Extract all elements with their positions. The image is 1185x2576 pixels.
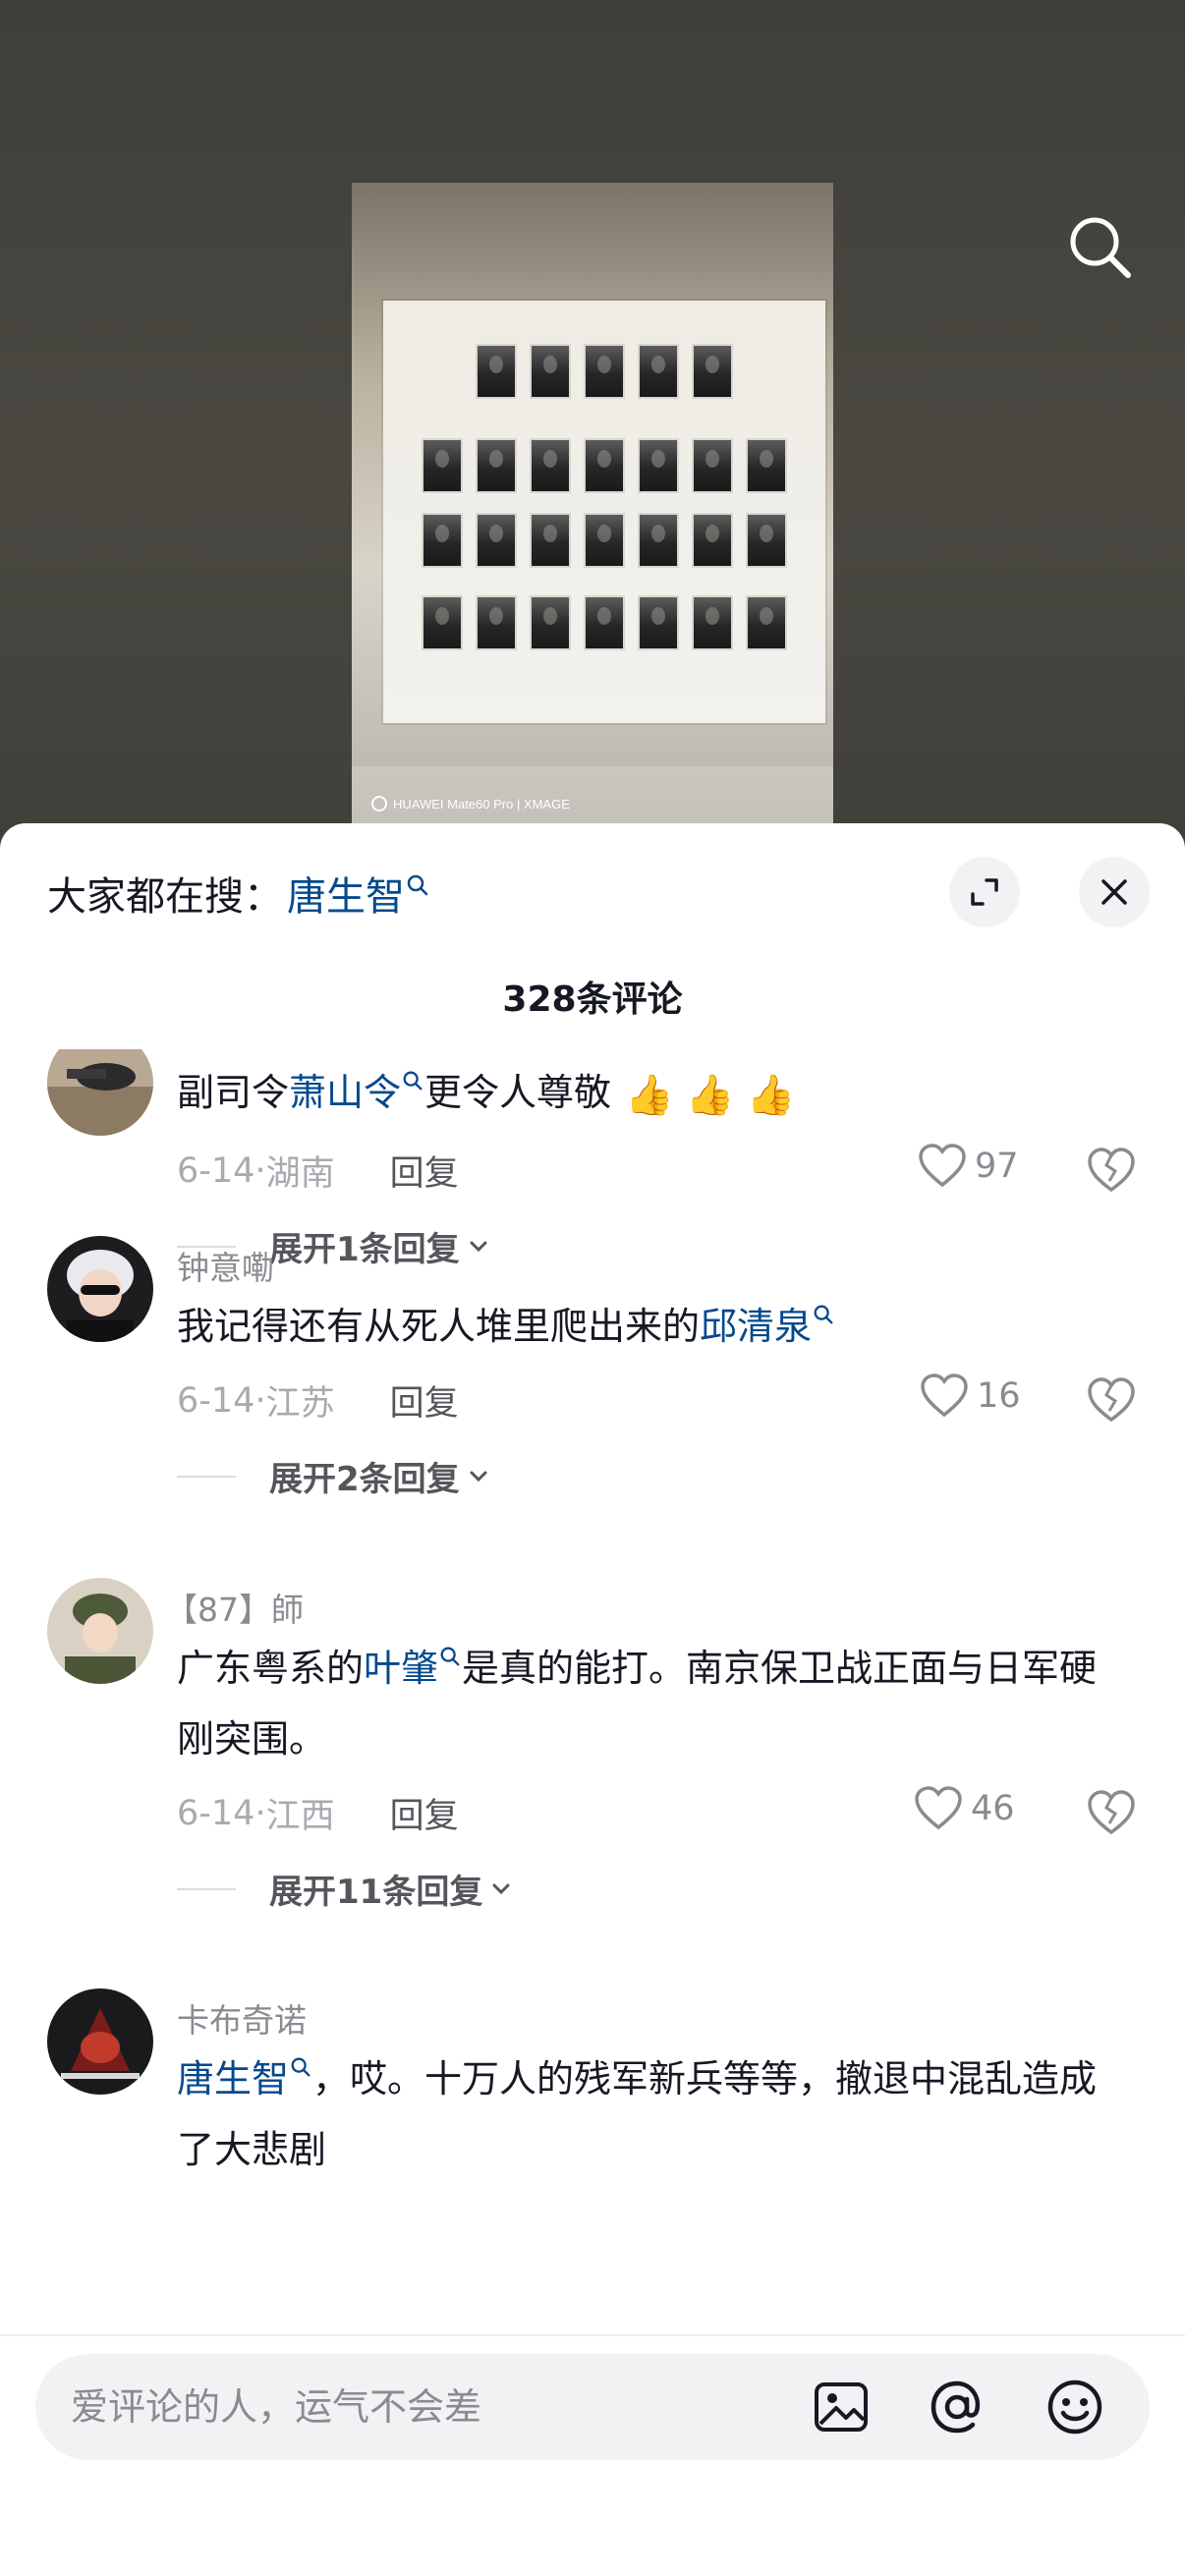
username[interactable]: 卡布奇诺 bbox=[177, 1994, 307, 2042]
comment-text: 广东粤系的叶肇 是真的能打。南京保卫战正面与日军硬刚突围。 bbox=[177, 1647, 1098, 1761]
comment-date: 6-14 bbox=[177, 1150, 255, 1191]
mention-button[interactable] bbox=[928, 2378, 987, 2436]
comment-text: 副司令萧山令 更令人尊敬 👍 👍 👍 bbox=[177, 1057, 1120, 1131]
at-icon bbox=[931, 2380, 981, 2434]
image-icon bbox=[815, 2382, 868, 2432]
portrait-row bbox=[383, 513, 825, 568]
dislike-icon[interactable] bbox=[1085, 1786, 1138, 1839]
comment-location: 湖南 bbox=[265, 1154, 335, 1194]
thumbs-up-emoji: 👍 bbox=[746, 1072, 796, 1118]
heart-icon bbox=[919, 1144, 966, 1188]
chevron-down-icon bbox=[492, 1883, 510, 1894]
emoji-button[interactable] bbox=[1045, 2378, 1104, 2436]
comment-count: 328条评论 bbox=[502, 980, 683, 1020]
reply-button[interactable]: 回复 bbox=[390, 1788, 459, 1838]
portrait-row bbox=[383, 438, 825, 493]
avatar[interactable] bbox=[47, 1236, 153, 1342]
comment-keyword-link[interactable]: 叶肇 bbox=[364, 1647, 438, 1690]
watermark-text: HUAWEI Mate60 Pro | XMAGE bbox=[393, 796, 570, 812]
avatar[interactable] bbox=[47, 1049, 153, 1136]
username[interactable]: 钟意嘞 bbox=[177, 1242, 274, 1289]
dislike-icon[interactable] bbox=[1085, 1373, 1138, 1427]
chevron-down-icon bbox=[470, 1241, 487, 1252]
video-photo: HUAWEI Mate60 Pro | XMAGE bbox=[352, 183, 833, 825]
like-button[interactable]: 46 bbox=[914, 1786, 1015, 1831]
comment-input[interactable] bbox=[71, 2354, 798, 2460]
hot-search-prefix: 大家都在搜： bbox=[47, 874, 283, 920]
dislike-icon[interactable] bbox=[1085, 1144, 1138, 1197]
comment-keyword-link[interactable]: 邱清泉 bbox=[700, 1305, 812, 1348]
comment-meta: 6-14 · 江西 回复 bbox=[177, 1788, 459, 1838]
camera-watermark: HUAWEI Mate60 Pro | XMAGE bbox=[371, 796, 570, 812]
like-button[interactable]: 97 bbox=[918, 1144, 1019, 1189]
comment-keyword-link[interactable]: 唐生智 bbox=[177, 2057, 289, 2100]
comment-meta: 6-14 · 江苏 回复 bbox=[177, 1375, 459, 1426]
hot-search-suggestion[interactable]: 大家都在搜： 唐生智 bbox=[47, 865, 430, 922]
expand-icon bbox=[971, 878, 998, 906]
search-mini-icon bbox=[440, 1647, 460, 1666]
search-mini-icon bbox=[291, 2057, 310, 2077]
smiley-icon bbox=[1047, 2380, 1102, 2435]
avatar[interactable] bbox=[47, 1988, 153, 2095]
comment-date: 6-14 bbox=[177, 1380, 255, 1421]
like-count: 46 bbox=[971, 1789, 1015, 1828]
camera-ring-icon bbox=[371, 796, 387, 812]
comment-text: 我记得还有从死人堆里爬出来的邱清泉 bbox=[177, 1291, 1120, 1362]
close-sheet-button[interactable] bbox=[1079, 857, 1150, 927]
close-icon bbox=[1101, 879, 1127, 905]
search-icon bbox=[1070, 217, 1131, 278]
expand-replies-button[interactable]: 展开2条回复 bbox=[177, 1452, 491, 1500]
thumbs-up-emoji: 👍 bbox=[685, 1072, 735, 1118]
expand-sheet-button[interactable] bbox=[949, 857, 1020, 927]
comment-list[interactable]: 副司令萧山令 更令人尊敬 👍 👍 👍 6-14 · 湖南 回复 97 展开1条回复 bbox=[0, 1049, 1185, 2332]
search-button[interactable] bbox=[1063, 210, 1138, 285]
search-mini-icon bbox=[814, 1305, 833, 1324]
like-button[interactable]: 16 bbox=[920, 1373, 1021, 1419]
hot-search-keyword[interactable]: 唐生智 bbox=[287, 865, 405, 922]
portrait-row bbox=[383, 595, 825, 650]
comment-sheet: 大家都在搜： 唐生智 328条评论 副司令萧山令 更令人尊敬 👍 👍 👍 6-1… bbox=[0, 823, 1185, 2576]
comment-keyword-link[interactable]: 萧山令 bbox=[289, 1071, 401, 1114]
comment-date: 6-14 bbox=[177, 1793, 255, 1833]
comment-location: 江西 bbox=[265, 1797, 335, 1836]
comment-sheet-header: 大家都在搜： 唐生智 328条评论 bbox=[0, 823, 1185, 1020]
chevron-down-icon bbox=[470, 1471, 487, 1482]
comment-location: 江苏 bbox=[265, 1384, 335, 1424]
image-button[interactable] bbox=[812, 2378, 871, 2436]
heart-icon bbox=[921, 1373, 968, 1418]
avatar[interactable] bbox=[47, 1578, 153, 1684]
like-count: 97 bbox=[975, 1147, 1019, 1186]
comment-input-bar bbox=[0, 2334, 1185, 2576]
username[interactable]: 【87】師 bbox=[165, 1584, 304, 1631]
reply-button[interactable]: 回复 bbox=[390, 1146, 459, 1196]
comment-input-container[interactable] bbox=[35, 2354, 1150, 2460]
video-background[interactable]: HUAWEI Mate60 Pro | XMAGE bbox=[0, 0, 1185, 845]
comment-text: 唐生智 ，哎。十万人的残军新兵等等，撤退中混乱造成了大悲剧 bbox=[177, 2057, 1098, 2171]
comment-meta: 6-14 · 湖南 回复 bbox=[177, 1146, 459, 1196]
thumbs-up-emoji: 👍 bbox=[625, 1072, 674, 1118]
search-mini-icon bbox=[407, 874, 428, 896]
like-count: 16 bbox=[977, 1376, 1021, 1416]
poster-image bbox=[383, 301, 825, 723]
heart-icon bbox=[915, 1786, 962, 1830]
expand-replies-button[interactable]: 展开11条回复 bbox=[177, 1865, 514, 1913]
portrait-row bbox=[383, 344, 825, 399]
reply-button[interactable]: 回复 bbox=[390, 1375, 459, 1426]
search-mini-icon bbox=[403, 1071, 423, 1091]
